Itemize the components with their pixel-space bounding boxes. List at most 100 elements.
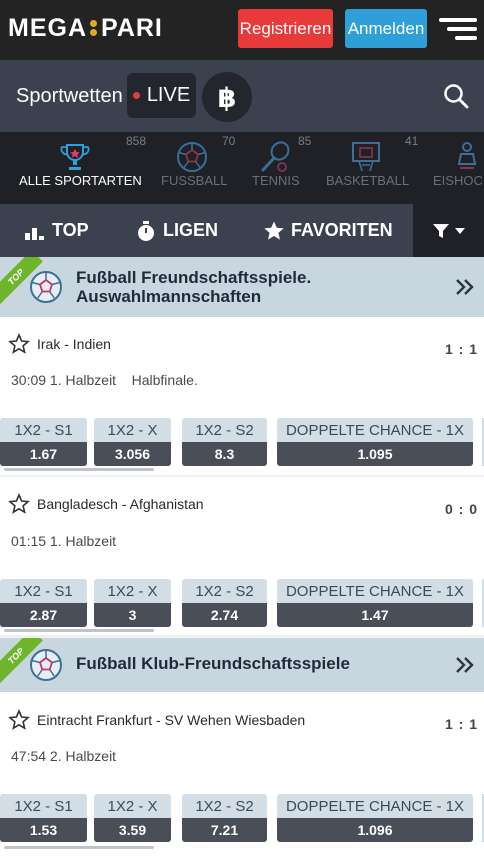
- odd-button[interactable]: 1X2 - X 3: [94, 579, 171, 627]
- double-chevron-right-icon[interactable]: [454, 278, 476, 296]
- top-header: MEGA PARI Registrieren Anmelden: [0, 0, 484, 60]
- star-outline-icon[interactable]: [8, 333, 30, 355]
- odd-label: 1X2 - X: [107, 798, 158, 815]
- league-header[interactable]: TOP Fußball Klub-Freundschaftsspiele: [0, 638, 484, 692]
- category-label: EISHOC: [433, 173, 483, 188]
- tab-top[interactable]: TOP: [24, 204, 89, 257]
- odd-value: 3.59: [94, 818, 171, 842]
- logo-dots: [89, 16, 99, 38]
- odd-value: 2.74: [182, 603, 267, 627]
- odd-label: 1X2 - S2: [195, 798, 254, 815]
- register-button[interactable]: Registrieren: [238, 9, 333, 48]
- svg-text:฿: ฿: [218, 83, 237, 112]
- odd-button[interactable]: DOPPELTE CHANCE - 1X 1.095: [277, 418, 473, 466]
- match-score: 0 : 0: [444, 501, 478, 517]
- star-outline-icon[interactable]: [8, 493, 30, 515]
- league-title: Fußball Freundschaftsspiele. Auswahlmann…: [76, 268, 311, 306]
- odds-scrollbar[interactable]: [4, 468, 154, 471]
- tab-leagues[interactable]: LIGEN: [135, 204, 218, 257]
- odd-button[interactable]: 1X2 - X 3.59: [94, 794, 171, 842]
- odd-value: 3.056: [94, 442, 171, 466]
- live-dot-icon: [132, 92, 140, 99]
- odd-button[interactable]: 1X2 - S1 1.53: [0, 794, 87, 842]
- odd-button[interactable]: 1X2 - X 3.056: [94, 418, 171, 466]
- league-title-line: Fußball Freundschaftsspiele.: [76, 268, 312, 287]
- odd-label: DOPPELTE CHANCE - 1X: [285, 422, 465, 439]
- match-teams: Bangladesch - Afghanistan: [37, 496, 204, 512]
- basketball-icon: [352, 142, 380, 172]
- match-teams: Eintracht Frankfurt - SV Wehen Wiesbaden: [37, 712, 306, 728]
- bitcoin-icon: ฿: [218, 83, 237, 112]
- megapari-logo[interactable]: MEGA PARI: [8, 16, 163, 41]
- match-time: 30:09 1. Halbzeit Halbfinale.: [11, 372, 198, 388]
- category-tennis[interactable]: 85 TENNIS: [242, 132, 314, 204]
- match-card[interactable]: Bangladesch - Afghanistan 0 : 0 01:15 1.…: [0, 477, 484, 635]
- league-header[interactable]: TOP Fußball Freundschaftsspiele. Auswahl…: [0, 257, 484, 317]
- bar-chart-icon: [25, 227, 44, 240]
- tab-label: FAVORITEN: [291, 220, 393, 240]
- odd-value: 1.096: [277, 818, 473, 842]
- category-football[interactable]: 70 FUSSBALL: [152, 132, 242, 204]
- category-label: TENNIS: [252, 173, 300, 188]
- odd-label: 1X2 - S2: [195, 422, 254, 439]
- category-label: ALLE SPORTARTEN: [19, 173, 142, 188]
- bitcoin-button[interactable]: ฿: [202, 72, 252, 122]
- category-basketball[interactable]: 41 BASKETBALL: [314, 132, 418, 204]
- odd-button[interactable]: 1X2 - S2 7.21: [182, 794, 267, 842]
- live-label: LIVE: [146, 84, 191, 106]
- category-count: 85: [298, 134, 312, 148]
- odd-button[interactable]: 1X2 - S1 2.87: [0, 579, 87, 627]
- odd-label: 1X2 - X: [107, 583, 158, 600]
- odd-label: DOPPELTE CHANCE - 1X: [285, 583, 465, 600]
- match-score: 1 : 1: [444, 716, 478, 732]
- match-card[interactable]: Irak - Indien 1 : 1 30:09 1. Halbzeit Ha…: [0, 317, 484, 475]
- odd-value: 8.3: [182, 442, 267, 466]
- tab-label: TOP: [52, 220, 89, 240]
- filter-icon: [433, 223, 449, 238]
- category-count: 858: [126, 134, 147, 148]
- odd-label: 1X2 - S2: [195, 583, 254, 600]
- odd-button[interactable]: 1X2 - S2 2.74: [182, 579, 267, 627]
- odd-label: DOPPELTE CHANCE - 1X: [285, 798, 465, 815]
- category-label: FUSSBALL: [161, 173, 228, 188]
- odd-button[interactable]: 1X2 - S2 8.3: [182, 418, 267, 466]
- odd-label: 1X2 - S1: [14, 583, 73, 600]
- odd-value: 7.21: [182, 818, 267, 842]
- filter-button[interactable]: [413, 204, 484, 257]
- odd-button[interactable]: 1X2 - S1 1.67: [0, 418, 87, 466]
- category-count: 41: [405, 134, 419, 148]
- tennis-icon: [261, 141, 290, 172]
- match-card[interactable]: Eintracht Frankfurt - SV Wehen Wiesbaden…: [0, 692, 484, 858]
- login-button[interactable]: Anmelden: [345, 9, 427, 48]
- tab-favorites[interactable]: FAVORITEN: [263, 204, 393, 257]
- trophy-icon: [60, 144, 90, 170]
- league-title: Fußball Klub-Freundschaftsspiele: [76, 654, 350, 673]
- hamburger-menu-icon[interactable]: [439, 16, 477, 42]
- ice-hockey-icon: [457, 142, 477, 169]
- odd-button[interactable]: DOPPELTE CHANCE - 1X 1.096: [277, 794, 473, 842]
- star-outline-icon[interactable]: [8, 709, 30, 731]
- sportbar-title[interactable]: Sportwetten: [16, 85, 123, 108]
- category-ice-hockey[interactable]: EISHOC: [418, 132, 484, 204]
- filter-tabs: TOP LIGEN FAVORITEN: [0, 204, 484, 257]
- sport-bar: Sportwetten LIVE ฿: [0, 60, 484, 132]
- odds-scrollbar[interactable]: [4, 629, 154, 632]
- league-title-line: Auswahlmannschaften: [76, 287, 262, 306]
- match-teams: Irak - Indien: [37, 336, 111, 352]
- live-button[interactable]: LIVE: [127, 73, 196, 118]
- match-time: 01:15 1. Halbzeit: [11, 533, 117, 549]
- odd-label: 1X2 - S1: [14, 798, 73, 815]
- odd-button[interactable]: DOPPELTE CHANCE - 1X 1.47: [277, 579, 473, 627]
- odds-scrollbar[interactable]: [4, 846, 154, 849]
- football-icon: [30, 649, 62, 681]
- odd-value: 1.67: [0, 442, 87, 466]
- match-score: 1 : 1: [444, 341, 478, 357]
- category-label: BASKETBALL: [326, 173, 410, 188]
- double-chevron-right-icon[interactable]: [454, 656, 476, 674]
- search-icon[interactable]: [443, 83, 469, 109]
- category-count: 70: [222, 134, 236, 148]
- category-all-sports[interactable]: 858 ALLE SPORTARTEN: [0, 132, 152, 204]
- odd-label: 1X2 - X: [107, 422, 158, 439]
- match-time: 47:54 2. Halbzeit: [11, 748, 117, 764]
- odd-value: 2.87: [0, 603, 87, 627]
